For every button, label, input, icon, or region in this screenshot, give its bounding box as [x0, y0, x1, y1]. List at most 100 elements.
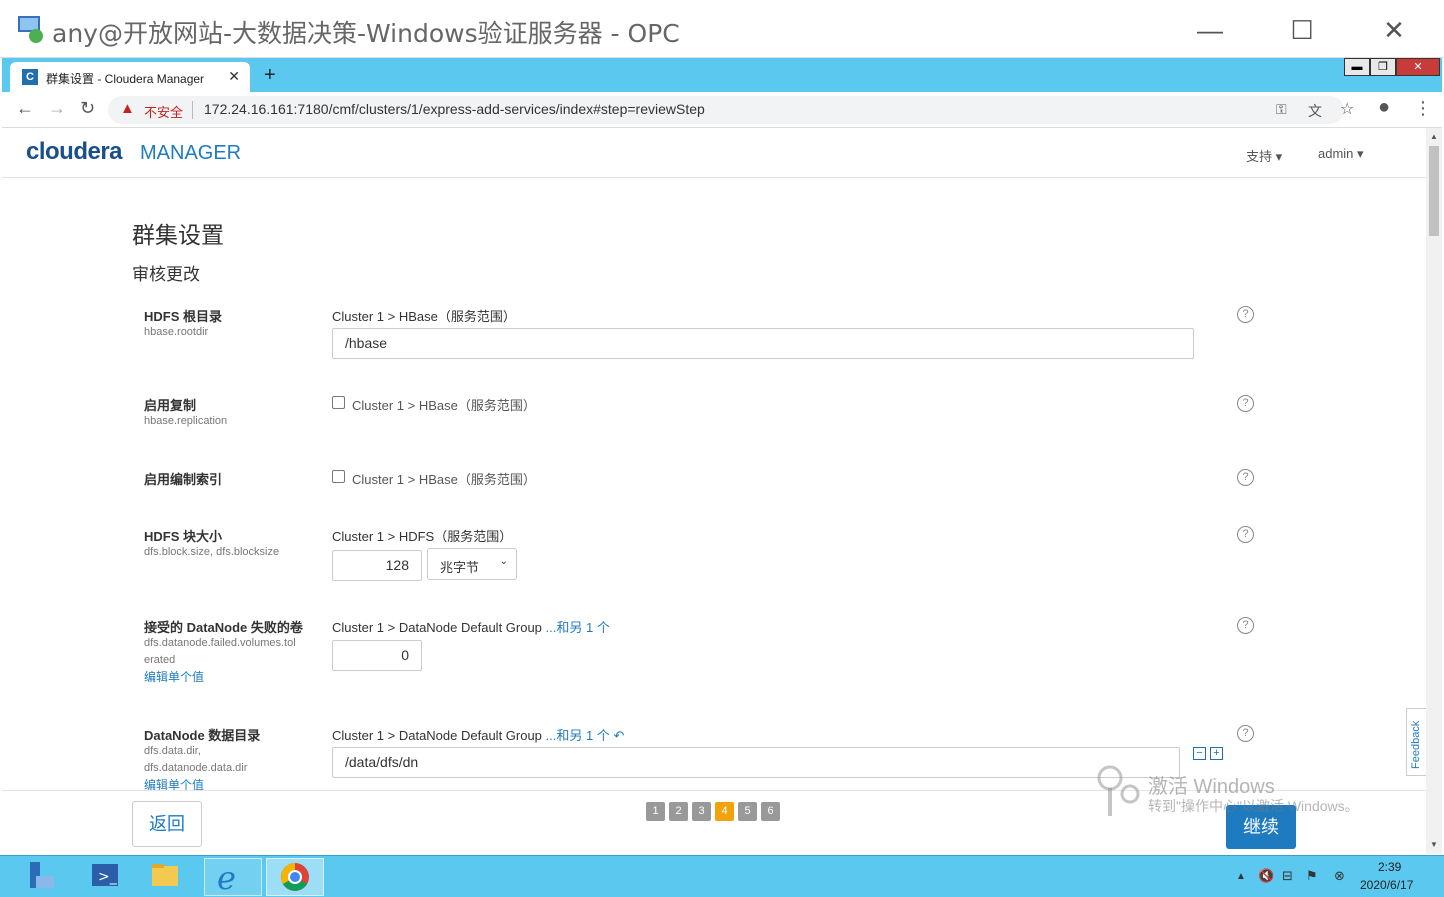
indexing-checkbox[interactable] — [332, 470, 345, 483]
feedback-tab[interactable]: Feedback — [1406, 708, 1426, 776]
config-key-line1: dfs.data.dir, — [144, 745, 201, 757]
config-row-hbase-rootdir: HDFS 根目录 hbase.rootdir Cluster 1 > HBase… — [144, 306, 1264, 366]
user-menu[interactable]: admin ▾ — [1318, 146, 1364, 162]
tray-expand-icon[interactable]: ▲ — [1236, 871, 1246, 882]
bookmark-star-icon[interactable]: ☆ — [1340, 99, 1354, 119]
config-scope: Cluster 1 > HDFS（服务范围） — [332, 529, 513, 544]
windows-taskbar: >_ e ▲ 🔇 ⊟ ⚑ ⊗ 2:39 2020/6/17 — [0, 855, 1444, 897]
activation-watermark-title: 激活 Windows — [1148, 776, 1275, 798]
reload-icon[interactable]: ↻ — [80, 98, 95, 119]
config-label: 启用复制 — [144, 398, 197, 413]
page-scrollbar[interactable]: ▲ ▼ — [1426, 128, 1442, 854]
config-key-line2: erated — [144, 654, 176, 666]
help-icon[interactable]: ? — [1237, 617, 1254, 634]
tab-close-icon[interactable]: ✕ — [228, 68, 240, 85]
clock-date[interactable]: 2020/6/17 — [1360, 878, 1413, 892]
remove-icon[interactable]: − — [1193, 747, 1206, 760]
menu-dots-icon[interactable]: ⋮ — [1414, 98, 1432, 119]
clock-time[interactable]: 2:39 — [1378, 860, 1401, 874]
close-circle-icon[interactable]: ⊗ — [1334, 868, 1345, 884]
cm-header: cloudera MANAGER 支持 ▾ admin ▾ — [2, 128, 1426, 178]
close-icon[interactable]: ✕ — [1374, 10, 1414, 50]
inner-restore-icon[interactable]: ❐ — [1370, 58, 1396, 76]
config-key: hbase.rootdir — [144, 326, 209, 338]
key-icon[interactable]: ⚿ — [1276, 101, 1287, 118]
page-content: cloudera MANAGER 支持 ▾ admin ▾ 群集设置 审核更改 … — [2, 128, 1426, 854]
maximize-icon[interactable]: ☐ — [1282, 10, 1322, 50]
scroll-down-icon[interactable]: ▼ — [1430, 840, 1438, 849]
config-key-line1: dfs.datanode.failed.volumes.tol — [144, 637, 296, 649]
config-label: 接受的 DataNode 失败的卷 — [144, 620, 303, 635]
config-label: HDFS 块大小 — [144, 529, 223, 544]
internet-explorer-icon[interactable]: e — [204, 858, 262, 897]
url-text[interactable]: 172.24.16.161:7180/cmf/clusters/1/expres… — [204, 101, 705, 117]
remote-desktop-icon — [18, 16, 43, 43]
failed-volumes-input[interactable]: 0 — [332, 640, 422, 671]
step-1[interactable]: 1 — [646, 802, 665, 821]
unit-selected-value: 兆字节 — [440, 560, 480, 575]
support-menu[interactable]: 支持 ▾ — [1246, 146, 1282, 165]
scroll-up-icon[interactable]: ▲ — [1430, 132, 1438, 141]
browser-tab-strip: C 群集设置 - Cloudera Manager ✕ + ▬ ❐ ✕ — [2, 58, 1442, 92]
page-title: 群集设置 — [132, 222, 224, 248]
server-manager-icon[interactable] — [16, 858, 74, 896]
replication-checkbox[interactable] — [332, 396, 345, 409]
config-scope: Cluster 1 > HBase（服务范围） — [332, 309, 516, 324]
translate-icon[interactable]: 文 — [1308, 101, 1322, 121]
svg-text:e: e — [217, 859, 236, 895]
rdp-inner-controls: ▬ ❐ ✕ — [1344, 58, 1440, 76]
insecure-label[interactable]: 不安全 — [144, 102, 183, 121]
inner-minimize-icon[interactable]: ▬ — [1344, 58, 1370, 76]
step-4-current[interactable]: 4 — [715, 802, 734, 821]
new-tab-icon[interactable]: + — [264, 64, 276, 87]
datanode-data-dir-input[interactable]: /data/dfs/dn — [332, 747, 1180, 778]
checkbox-label[interactable]: Cluster 1 > HBase（服务范围） — [352, 469, 536, 488]
config-label: HDFS 根目录 — [144, 309, 223, 324]
undo-icon[interactable]: ↶ — [613, 728, 624, 743]
inner-close-icon[interactable]: ✕ — [1396, 58, 1440, 76]
step-6[interactable]: 6 — [761, 802, 780, 821]
tab-title: 群集设置 - Cloudera Manager — [46, 72, 205, 86]
step-3[interactable]: 3 — [692, 802, 711, 821]
add-icon[interactable]: + — [1210, 747, 1223, 760]
browser-tab[interactable]: C 群集设置 - Cloudera Manager ✕ — [10, 62, 250, 92]
warning-icon: ▲ — [120, 100, 135, 117]
help-icon[interactable]: ? — [1237, 725, 1254, 742]
block-size-unit-select[interactable]: 兆字节 ⌄ — [427, 548, 517, 580]
config-label: 启用编制索引 — [144, 472, 223, 487]
help-icon[interactable]: ? — [1237, 526, 1254, 543]
cloudera-logo[interactable]: cloudera — [26, 138, 123, 166]
help-icon[interactable]: ? — [1237, 469, 1254, 486]
network-icon[interactable]: ⊟ — [1282, 868, 1293, 884]
config-key: dfs.block.size, dfs.blocksize — [144, 546, 280, 558]
block-size-input[interactable]: 128 — [332, 550, 422, 581]
scroll-thumb[interactable] — [1429, 146, 1439, 236]
scope-more-link[interactable]: ...和另 1 个 — [546, 620, 610, 635]
powershell-icon[interactable]: >_ — [82, 858, 140, 896]
svg-text:>_: >_ — [98, 869, 118, 885]
file-explorer-icon[interactable] — [142, 858, 200, 896]
address-bar[interactable]: ▲ 不安全 172.24.16.161:7180/cmf/clusters/1/… — [108, 96, 1354, 124]
scope-more-link[interactable]: ...和另 1 个 — [546, 728, 610, 743]
forward-arrow-icon[interactable]: → — [48, 98, 66, 119]
back-button[interactable]: 返回 — [132, 801, 202, 847]
back-arrow-icon[interactable]: ← — [16, 98, 34, 119]
url-separator — [192, 101, 193, 119]
action-center-icon[interactable]: ⚑ — [1306, 868, 1318, 884]
help-icon[interactable]: ? — [1237, 395, 1254, 412]
cloudera-favicon-icon: C — [22, 69, 38, 85]
step-5[interactable]: 5 — [738, 802, 757, 821]
profile-icon[interactable]: ● — [1378, 96, 1390, 119]
step-2[interactable]: 2 — [669, 802, 688, 821]
volume-muted-icon[interactable]: 🔇 — [1258, 868, 1274, 884]
checkbox-label[interactable]: Cluster 1 > HBase（服务范围） — [352, 395, 536, 414]
logo-manager-text[interactable]: MANAGER — [140, 142, 241, 165]
minimize-icon[interactable]: — — [1190, 10, 1230, 50]
chrome-icon[interactable] — [266, 858, 324, 896]
key-watermark-icon — [1097, 765, 1140, 816]
hbase-rootdir-input[interactable]: /hbase — [332, 328, 1194, 359]
help-icon[interactable]: ? — [1237, 306, 1254, 323]
config-key-line2: dfs.datanode.data.dir — [144, 762, 248, 774]
browser-toolbar: ← → ↻ ▲ 不安全 172.24.16.161:7180/cmf/clust… — [2, 92, 1442, 128]
edit-individual-values-link[interactable]: 编辑单个值 — [144, 668, 204, 685]
